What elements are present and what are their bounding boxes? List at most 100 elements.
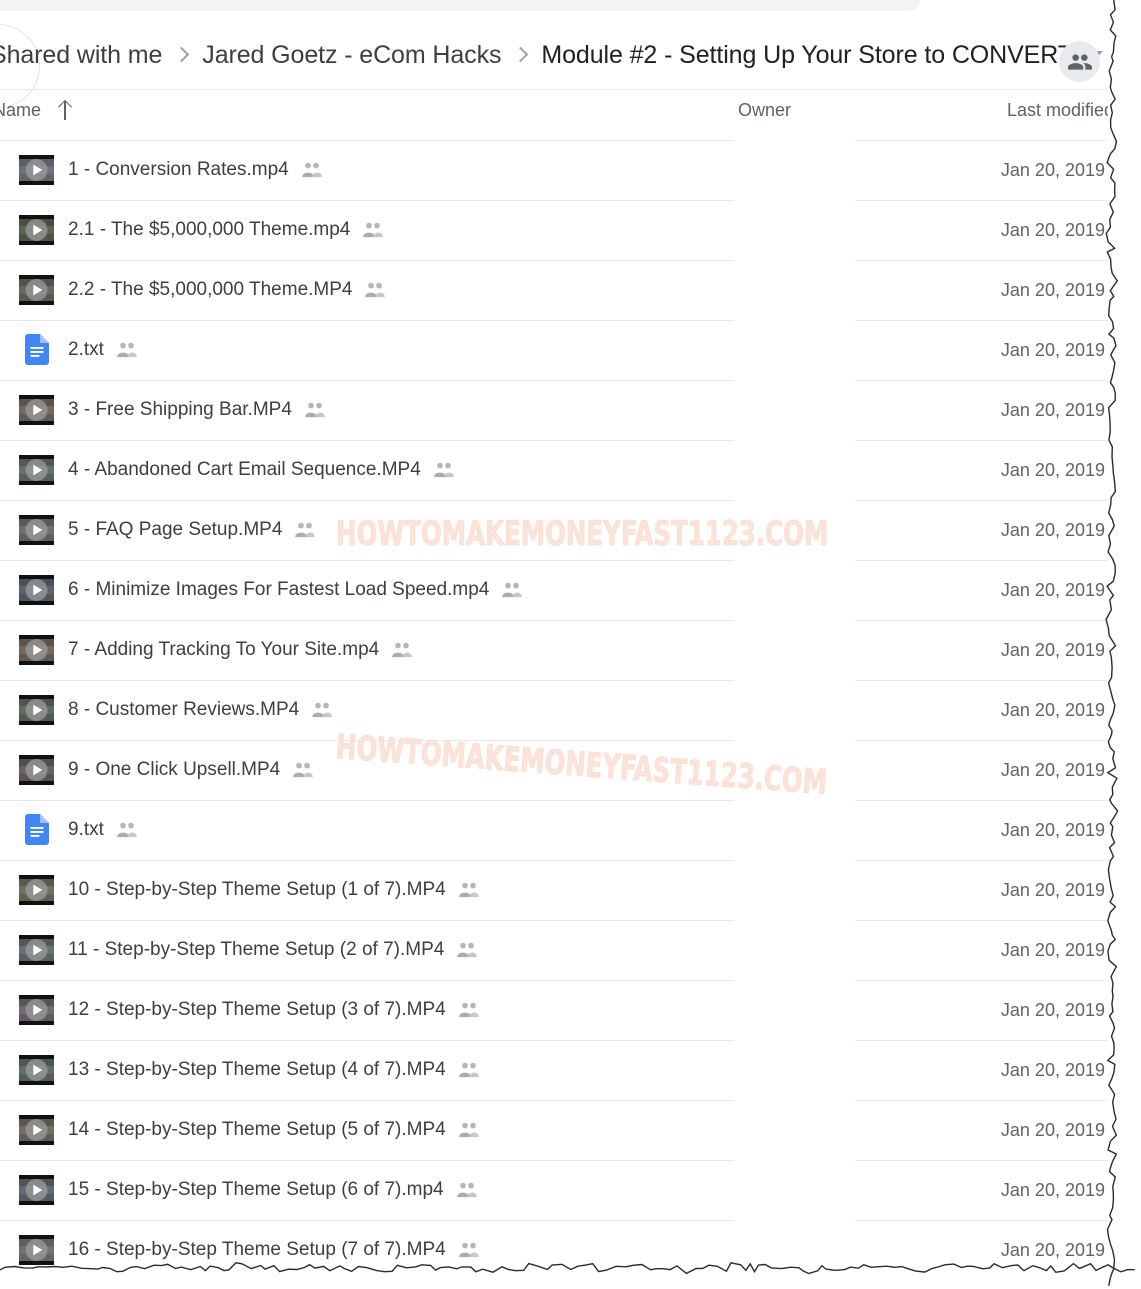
breadcrumb-item-jared-goetz-ecom-hacks[interactable]: Jared Goetz - eCom Hacks	[202, 40, 501, 70]
file-last-modified: Jan 20, 2019	[1001, 200, 1105, 260]
video-thumbnail-icon	[19, 995, 54, 1025]
file-row-content: 9.txt Jan 20, 2019	[0, 800, 1108, 860]
table-row[interactable]: 10 - Step-by-Step Theme Setup (1 of 7).M…	[0, 860, 1108, 920]
column-header-name[interactable]: Name	[0, 100, 72, 121]
table-row[interactable]: 2.txt Jan 20, 2019	[0, 320, 1108, 380]
file-name[interactable]: 9.txt	[68, 800, 104, 860]
table-row[interactable]: 3 - Free Shipping Bar.MP4 Jan 20, 2019	[0, 380, 1108, 440]
file-last-modified: Jan 20, 2019	[1001, 860, 1105, 920]
file-last-modified: Jan 20, 2019	[1001, 260, 1105, 320]
file-name[interactable]: 10 - Step-by-Step Theme Setup (1 of 7).M…	[68, 860, 446, 920]
file-name[interactable]: 3 - Free Shipping Bar.MP4	[68, 380, 292, 440]
video-thumbnail-icon	[19, 515, 54, 545]
file-last-modified: Jan 20, 2019	[1001, 920, 1105, 980]
table-row[interactable]: 8 - Customer Reviews.MP4 Jan 20, 2019	[0, 680, 1108, 740]
video-thumbnail-icon	[19, 575, 54, 605]
table-row[interactable]: 5 - FAQ Page Setup.MP4 Jan 20, 2019	[0, 500, 1108, 560]
file-name[interactable]: 6 - Minimize Images For Fastest Load Spe…	[68, 560, 489, 620]
page-right-margin	[1108, 0, 1141, 1289]
shared-people-icon	[362, 222, 384, 238]
file-last-modified: Jan 20, 2019	[1001, 500, 1105, 560]
column-header-last-modified[interactable]: Last modified	[1007, 100, 1114, 121]
chevron-right-icon	[514, 44, 528, 66]
file-name[interactable]: 1 - Conversion Rates.mp4	[68, 140, 289, 200]
video-thumbnail-icon	[19, 875, 54, 905]
file-last-modified: Jan 20, 2019	[1001, 800, 1105, 860]
file-name[interactable]: 14 - Step-by-Step Theme Setup (5 of 7).M…	[68, 1100, 446, 1160]
text-document-icon	[25, 334, 49, 365]
file-name[interactable]: 13 - Step-by-Step Theme Setup (4 of 7).M…	[68, 1040, 446, 1100]
video-thumbnail-icon	[19, 155, 54, 185]
file-last-modified: Jan 20, 2019	[1001, 380, 1105, 440]
file-row-content: 13 - Step-by-Step Theme Setup (4 of 7).M…	[0, 1040, 1108, 1100]
shared-people-icon	[292, 762, 314, 778]
file-name[interactable]: 2.txt	[68, 320, 104, 380]
file-last-modified: Jan 20, 2019	[1001, 1160, 1105, 1220]
video-thumbnail-icon	[19, 695, 54, 725]
shared-people-icon	[458, 1062, 480, 1078]
toolbar-strip	[0, 0, 920, 11]
file-name[interactable]: 2.2 - The $5,000,000 Theme.MP4	[68, 260, 352, 320]
table-row[interactable]: 9 - One Click Upsell.MP4 Jan 20, 2019	[0, 740, 1108, 800]
shared-people-icon	[458, 1242, 480, 1258]
column-header-owner[interactable]: Owner	[738, 100, 791, 121]
file-name[interactable]: 5 - FAQ Page Setup.MP4	[68, 500, 282, 560]
file-last-modified: Jan 20, 2019	[1001, 620, 1105, 680]
shared-people-icon	[501, 582, 523, 598]
table-row[interactable]: 2.2 - The $5,000,000 Theme.MP4 Jan 20, 20…	[0, 260, 1108, 320]
shared-people-icon	[304, 402, 326, 418]
file-name[interactable]: 12 - Step-by-Step Theme Setup (3 of 7).M…	[68, 980, 446, 1040]
breadcrumb-header: Shared with me Jared Goetz - eCom Hacks …	[0, 12, 1108, 90]
file-last-modified: Jan 20, 2019	[1001, 1040, 1105, 1100]
table-row[interactable]: 12 - Step-by-Step Theme Setup (3 of 7).M…	[0, 980, 1108, 1040]
file-row-content: 8 - Customer Reviews.MP4 Jan 20, 2019	[0, 680, 1108, 740]
table-row[interactable]: 11 - Step-by-Step Theme Setup (2 of 7).M…	[0, 920, 1108, 980]
file-row-content: 6 - Minimize Images For Fastest Load Spe…	[0, 560, 1108, 620]
shared-people-icon	[294, 522, 316, 538]
column-header-row: Name Owner Last modified	[0, 90, 1108, 138]
table-row[interactable]: 14 - Step-by-Step Theme Setup (5 of 7).M…	[0, 1100, 1108, 1160]
breadcrumb-item-module-2[interactable]: Module #2 - Setting Up Your Store to CON…	[541, 40, 1073, 70]
shared-people-icon	[458, 1122, 480, 1138]
table-row[interactable]: 9.txt Jan 20, 2019	[0, 800, 1108, 860]
file-row-content: 1 - Conversion Rates.mp4 Jan 20, 2019	[0, 140, 1108, 200]
table-row[interactable]: 7 - Adding Tracking To Your Site.mp4 Jan …	[0, 620, 1108, 680]
shared-people-icon	[458, 1002, 480, 1018]
table-row[interactable]: 4 - Abandoned Cart Email Sequence.MP4 Jan…	[0, 440, 1108, 500]
people-shared-icon[interactable]	[1059, 41, 1100, 82]
video-thumbnail-icon	[19, 635, 54, 665]
file-name[interactable]: 15 - Step-by-Step Theme Setup (6 of 7).m…	[68, 1160, 444, 1220]
video-thumbnail-icon	[19, 395, 54, 425]
chevron-right-icon	[175, 44, 189, 66]
video-thumbnail-icon	[19, 275, 54, 305]
file-last-modified: Jan 20, 2019	[1001, 560, 1105, 620]
shared-people-icon	[456, 1182, 478, 1198]
shared-people-icon	[456, 942, 478, 958]
breadcrumb-item-shared-with-me[interactable]: Shared with me	[0, 40, 162, 70]
arrow-up-icon	[57, 101, 72, 120]
file-name[interactable]: 2.1 - The $5,000,000 Theme.mp4	[68, 200, 350, 260]
video-thumbnail-icon	[19, 1055, 54, 1085]
table-row[interactable]: 2.1 - The $5,000,000 Theme.mp4 Jan 20, 20…	[0, 200, 1108, 260]
video-thumbnail-icon	[19, 1235, 54, 1265]
table-row[interactable]: 1 - Conversion Rates.mp4 Jan 20, 2019	[0, 140, 1108, 200]
file-name[interactable]: 9 - One Click Upsell.MP4	[68, 740, 280, 800]
file-row-content: 10 - Step-by-Step Theme Setup (1 of 7).M…	[0, 860, 1108, 920]
file-name[interactable]: 11 - Step-by-Step Theme Setup (2 of 7).M…	[68, 920, 444, 980]
shared-people-icon	[311, 702, 333, 718]
video-thumbnail-icon	[19, 215, 54, 245]
shared-people-icon	[458, 882, 480, 898]
file-row-content: 5 - FAQ Page Setup.MP4 Jan 20, 2019	[0, 500, 1108, 560]
breadcrumb: Shared with me Jared Goetz - eCom Hacks …	[0, 40, 1103, 70]
drive-file-browser: Shared with me Jared Goetz - eCom Hacks …	[0, 0, 1141, 1289]
page-bottom-margin	[0, 1268, 1141, 1289]
file-name[interactable]: 7 - Adding Tracking To Your Site.mp4	[68, 620, 379, 680]
file-row-content: 11 - Step-by-Step Theme Setup (2 of 7).M…	[0, 920, 1108, 980]
file-name[interactable]: 8 - Customer Reviews.MP4	[68, 680, 299, 740]
file-row-content: 15 - Step-by-Step Theme Setup (6 of 7).m…	[0, 1160, 1108, 1220]
table-row[interactable]: 13 - Step-by-Step Theme Setup (4 of 7).M…	[0, 1040, 1108, 1100]
file-last-modified: Jan 20, 2019	[1001, 680, 1105, 740]
table-row[interactable]: 6 - Minimize Images For Fastest Load Spe…	[0, 560, 1108, 620]
table-row[interactable]: 15 - Step-by-Step Theme Setup (6 of 7).m…	[0, 1160, 1108, 1220]
file-name[interactable]: 4 - Abandoned Cart Email Sequence.MP4	[68, 440, 421, 500]
